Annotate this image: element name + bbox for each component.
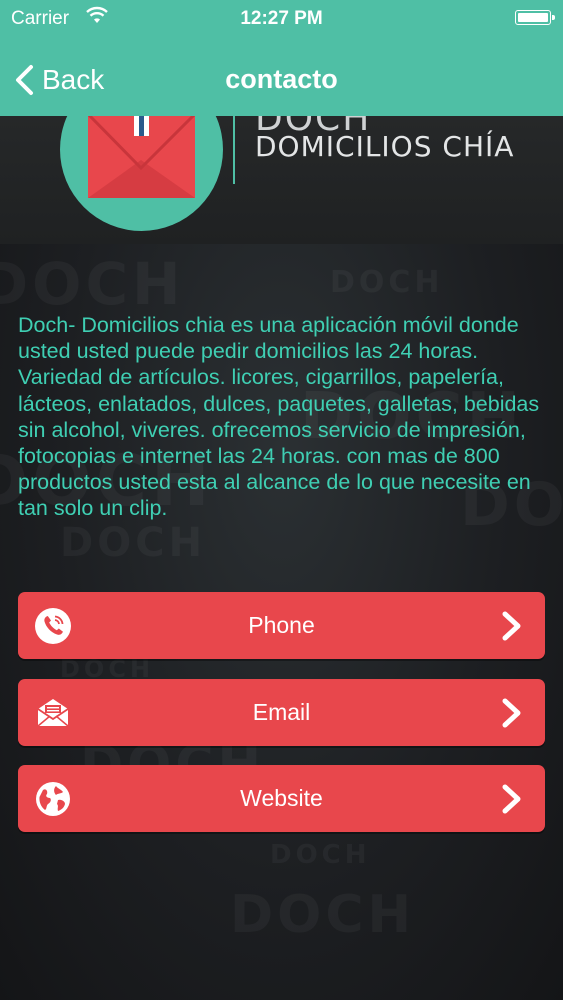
watermark-text: DOCH <box>230 885 415 945</box>
chevron-right-icon <box>502 611 521 641</box>
watermark-text: DOCH <box>270 840 371 870</box>
website-button[interactable]: Website <box>18 765 545 832</box>
logo-subtitle: DOMICILIOS CHÍA <box>255 130 515 163</box>
chevron-right-icon <box>502 698 521 728</box>
header-logo-banner: DOCH DOMICILIOS CHÍA <box>0 68 563 244</box>
watermark-text: DOCH <box>60 520 206 566</box>
clock: 12:27 PM <box>240 8 323 29</box>
description-text: Doch- Domicilios chia es una aplicación … <box>18 313 540 521</box>
phone-button-label: Phone <box>248 612 315 638</box>
email-button[interactable]: Email <box>18 679 545 746</box>
watermark-text: DOCH <box>0 250 185 318</box>
watermark-text: DOCH <box>330 265 444 300</box>
page-title: contacto <box>225 64 338 94</box>
email-button-label: Email <box>252 699 311 725</box>
status-bar: Carrier 12:27 PM <box>0 0 563 36</box>
navigation-bar: Carrier 12:27 PM Back contacto <box>0 0 563 116</box>
website-button-label: Website <box>240 785 323 811</box>
logo-divider <box>233 116 235 184</box>
battery-icon <box>515 10 555 25</box>
phone-button[interactable]: Phone <box>18 592 545 659</box>
chevron-right-icon <box>502 784 521 814</box>
